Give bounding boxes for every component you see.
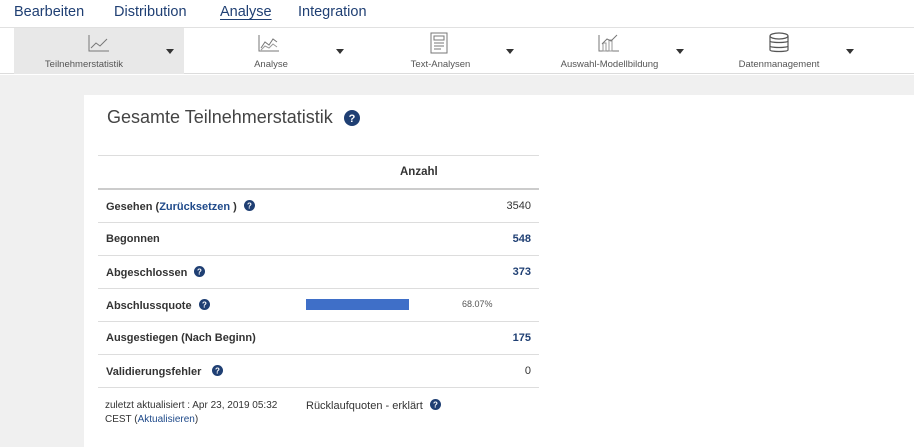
chevron-down-icon[interactable]	[506, 49, 514, 54]
row-label: Begonnen	[106, 233, 160, 245]
chevron-down-icon[interactable]	[336, 49, 344, 54]
response-rates-explained: Rücklaufquoten - erklärt ?	[306, 399, 441, 412]
table-header: Anzahl	[98, 155, 539, 190]
help-icon[interactable]: ?	[344, 110, 360, 126]
last-updated-text: zuletzt aktualisiert : Apr 23, 2019 05:3…	[105, 399, 305, 427]
nav-integration[interactable]: Integration	[298, 4, 367, 20]
tool-label: Datenmanagement	[738, 59, 820, 70]
area-chart-icon	[258, 35, 279, 52]
column-header-anzahl: Anzahl	[400, 166, 438, 178]
bar-line-chart-icon	[598, 34, 619, 52]
label-suffix: )	[233, 201, 237, 213]
row-label: Ausgestiegen (Nach Beginn)	[106, 332, 256, 344]
text-document-icon	[430, 32, 448, 54]
nav-bearbeiten[interactable]: Bearbeiten	[14, 4, 84, 20]
help-icon[interactable]: ?	[198, 299, 210, 310]
explained-text[interactable]: Rücklaufquoten - erklärt	[306, 400, 423, 412]
tool-label: Teilnehmerstatistik	[44, 59, 124, 70]
svg-text:?: ?	[215, 367, 220, 376]
row-label: Abgeschlossen ?	[106, 266, 206, 279]
table-row-validierungsfehler: Validierungsfehler ? 0	[98, 355, 539, 388]
reset-link[interactable]: Zurücksetzen	[159, 201, 230, 213]
nav-distribution[interactable]: Distribution	[114, 4, 187, 20]
progress-fill	[306, 299, 410, 310]
tool-label: Auswahl-Modellbildung	[560, 59, 659, 70]
table-row-abgeschlossen: Abgeschlossen ? 373	[98, 256, 539, 289]
row-value-link[interactable]: 548	[513, 233, 531, 245]
tool-datenmanagement[interactable]: Datenmanagement	[696, 28, 862, 74]
top-nav: Bearbeiten Distribution Analyse Integrat…	[0, 0, 914, 28]
row-value-link[interactable]: 175	[513, 332, 531, 344]
line-chart-icon	[88, 35, 109, 52]
chevron-down-icon[interactable]	[846, 49, 854, 54]
table-row-begonnen: Begonnen 548	[98, 223, 539, 256]
tool-auswahl-modellbildung[interactable]: Auswahl-Modellbildung	[527, 28, 692, 74]
svg-text:?: ?	[433, 401, 438, 410]
row-value: 3540	[506, 200, 531, 212]
help-icon[interactable]: ?	[243, 200, 255, 211]
tool-analyse[interactable]: Analyse	[188, 28, 354, 74]
svg-text:?: ?	[247, 202, 252, 211]
row-label: Validierungsfehler ?	[106, 365, 224, 378]
nav-analyse[interactable]: Analyse	[220, 4, 272, 20]
row-value: 0	[524, 365, 531, 377]
refresh-link[interactable]: Aktualisieren	[138, 414, 195, 425]
database-icon	[769, 32, 789, 53]
updated-suffix: )	[194, 414, 199, 425]
tool-label: Analyse	[254, 59, 288, 70]
row-value-link[interactable]: 373	[513, 266, 531, 278]
table-row-abschlussquote: Abschlussquote ? 68.07%	[98, 289, 539, 322]
table-row-ausgestiegen: Ausgestiegen (Nach Beginn) 175	[98, 322, 539, 355]
help-icon[interactable]: ?	[194, 266, 206, 277]
table-row-gesehen: Gesehen (Zurücksetzen ) ? 3540	[98, 190, 539, 223]
tool-text-analysen[interactable]: Text-Analysen	[358, 28, 523, 74]
analysis-toolbar: Teilnehmerstatistik Analyse Text-Analyse…	[0, 28, 914, 74]
label-text: Abgeschlossen	[106, 267, 188, 279]
page-title: Gesamte Teilnehmerstatistik	[107, 107, 333, 127]
help-icon[interactable]: ?	[212, 365, 224, 376]
label-prefix: Gesehen (	[106, 201, 160, 213]
svg-text:?: ?	[197, 268, 202, 277]
label-text: Abschlussquote	[106, 300, 192, 312]
svg-text:?: ?	[202, 301, 207, 310]
completion-progress-bar	[306, 299, 458, 310]
row-label: Abschlussquote ?	[106, 299, 210, 312]
tool-label: Text-Analysen	[410, 59, 471, 70]
label-text: Validierungsfehler	[106, 366, 202, 378]
completion-rate-text: 68.07%	[462, 299, 493, 309]
chevron-down-icon[interactable]	[676, 49, 684, 54]
tool-teilnehmerstatistik[interactable]: Teilnehmerstatistik	[14, 28, 184, 74]
row-label: Gesehen (Zurücksetzen ) ?	[106, 200, 255, 213]
svg-text:?: ?	[349, 113, 356, 125]
help-icon[interactable]: ?	[429, 399, 441, 410]
chevron-down-icon[interactable]	[166, 49, 174, 54]
